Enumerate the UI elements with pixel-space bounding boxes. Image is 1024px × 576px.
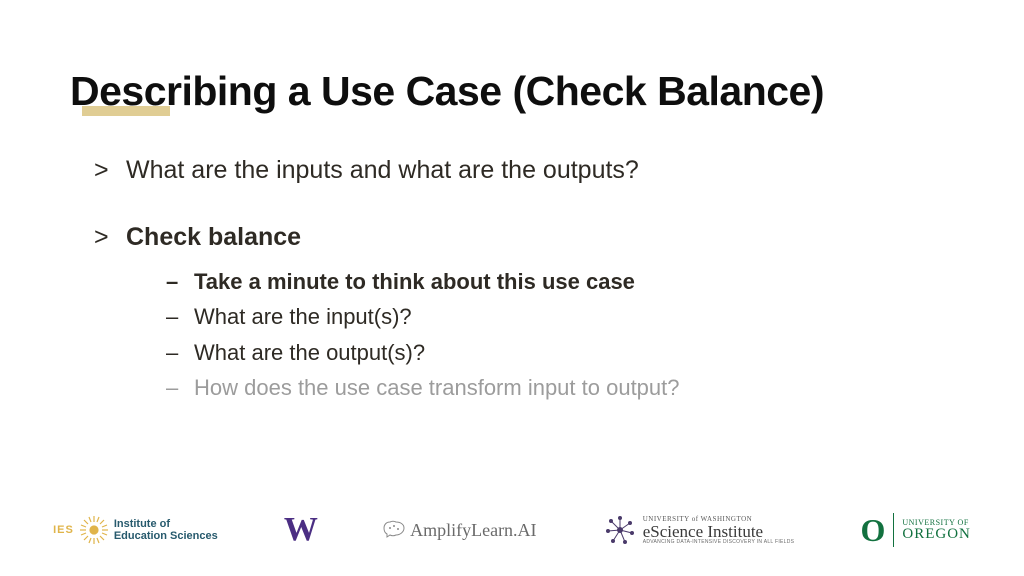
logo-amplifylearn: AmplifyLearn.AI <box>382 520 536 541</box>
slide: Describing a Use Case (Check Balance) Wh… <box>0 0 1024 576</box>
oregon-line2: OREGON <box>902 527 971 542</box>
bullet-text: What are the inputs and what are the out… <box>126 156 639 184</box>
logo-bar: IES Institute of Education Sciences <box>0 502 1024 558</box>
oregon-o-mark: O <box>860 512 885 549</box>
divider <box>893 513 894 547</box>
sub-bullet-item: What are the input(s)? <box>166 303 954 331</box>
slide-title: Describing a Use Case (Check Balance) <box>70 68 954 115</box>
sun-icon <box>78 514 110 546</box>
logo-oregon: O UNIVERSITY OF OREGON <box>860 512 970 549</box>
ies-line1: Institute of <box>114 518 218 530</box>
sub-bullet-item: How does the use case transform input to… <box>166 374 954 402</box>
title-block: Describing a Use Case (Check Balance) <box>70 68 954 115</box>
escience-tag: ADVANCING DATA-INTENSIVE DISCOVERY IN AL… <box>643 540 795 545</box>
bullet-list: What are the inputs and what are the out… <box>70 155 954 402</box>
escience-text: UNIVERSITY of WASHINGTON eScience Instit… <box>643 516 795 545</box>
brain-icon <box>382 520 406 540</box>
ies-acronym: IES <box>53 524 74 536</box>
bullet-heading: Check balance <box>126 223 301 251</box>
sub-bullet-list: Take a minute to think about this use ca… <box>126 268 954 402</box>
uw-w-mark: W <box>284 511 316 549</box>
network-icon <box>603 513 637 547</box>
bullet-item: What are the inputs and what are the out… <box>94 155 954 186</box>
sub-bullet-item: Take a minute to think about this use ca… <box>166 268 954 296</box>
logo-escience: UNIVERSITY of WASHINGTON eScience Instit… <box>603 513 795 547</box>
escience-name: eScience Institute <box>643 523 795 540</box>
sub-bullet-item: What are the output(s)? <box>166 339 954 367</box>
logo-ies: IES Institute of Education Sciences <box>53 514 218 546</box>
logo-uw: W <box>284 511 316 549</box>
content: What are the inputs and what are the out… <box>70 155 954 402</box>
ies-line2: Education Sciences <box>114 530 218 542</box>
oregon-text: UNIVERSITY OF OREGON <box>902 519 971 542</box>
bullet-item: Check balance Take a minute to think abo… <box>94 222 954 401</box>
ies-name: Institute of Education Sciences <box>114 518 218 542</box>
amplify-text: AmplifyLearn.AI <box>410 520 536 541</box>
